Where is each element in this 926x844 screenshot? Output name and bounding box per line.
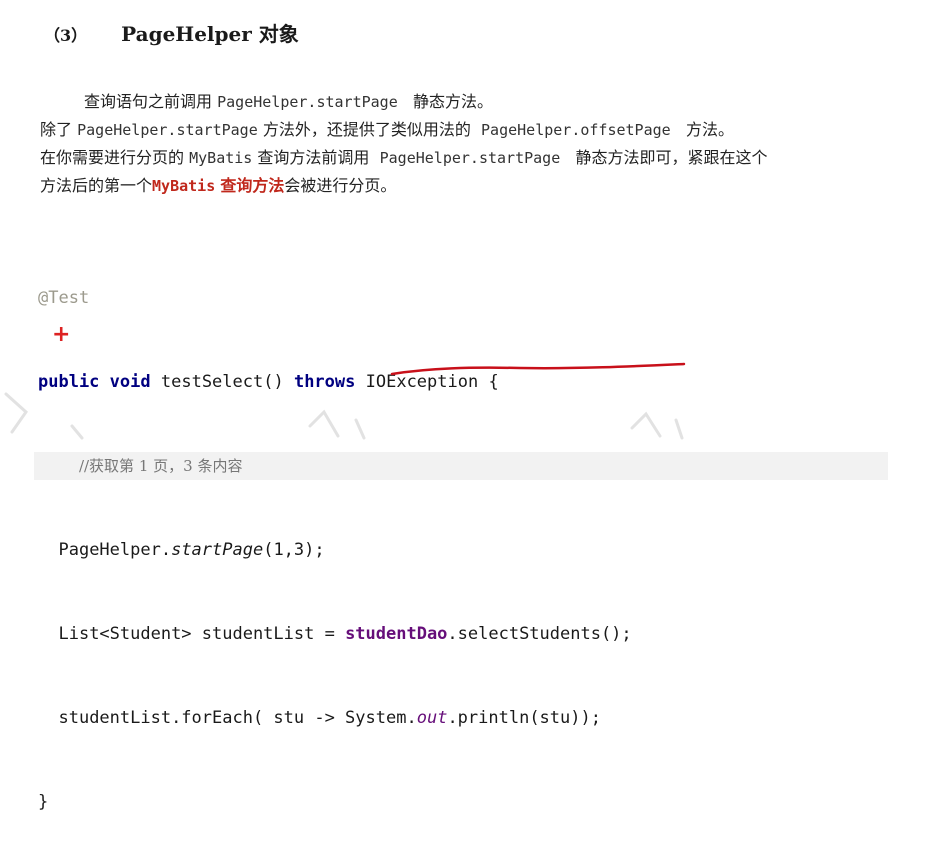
code-block: @Test public void testSelect() throws IO… [34, 228, 898, 844]
code-text: .selectStudents(); [447, 624, 632, 644]
para-line-2: 除了 PageHelper.startPage 方法外，还提供了类似用法的 Pa… [40, 116, 900, 144]
code-line-comment: //获取第 1 页，3 条内容 [34, 452, 888, 480]
emphasis-term: MyBatis [152, 177, 216, 195]
plus-mark-icon: + [52, 322, 71, 347]
static-field: out [416, 708, 448, 728]
code-text: PageHelper. [58, 540, 172, 560]
annotation-text: @Test [38, 288, 90, 308]
text-run: 查询方法前调用 [257, 148, 370, 167]
keyword: void [109, 372, 151, 392]
method-name: testSelect() [160, 372, 284, 392]
keyword: public [38, 372, 100, 392]
code-term: PageHelper.startPage [379, 149, 561, 167]
code-comment: //获取第 1 页，3 条内容 [78, 457, 243, 475]
closing-brace: } [38, 792, 49, 812]
text-run: 方法。 [685, 120, 734, 139]
text-run: 会被进行分页。 [284, 176, 397, 195]
text-run: 查询语句之前调用 [84, 92, 213, 111]
code-term: PageHelper.offsetPage [481, 121, 671, 139]
text-run: 方法后的第一个 [40, 176, 153, 195]
emphasis-term: 查询方法 [220, 176, 285, 195]
section-heading: （3） PageHelper 对象 [44, 18, 299, 47]
exception-type: IOException { [365, 372, 499, 392]
text-run: 方法外，还提供了类似用法的 [262, 120, 471, 139]
text-run: 在你需要进行分页的 [40, 148, 185, 167]
code-term: MyBatis [189, 149, 253, 167]
code-text: (1,3); [263, 540, 325, 560]
code-line-close: } [38, 788, 898, 816]
code-line-signature: public void testSelect() throws IOExcept… [38, 368, 898, 396]
code-line-select: List<Student> studentList = studentDao.s… [38, 620, 898, 648]
code-text: .println(stu)); [447, 708, 601, 728]
keyword: throws [293, 372, 356, 392]
code-term: PageHelper.startPage [217, 93, 398, 111]
static-method: startPage [171, 540, 264, 560]
para-line-4: 方法后的第一个MyBatis 查询方法会被进行分页。 [40, 172, 900, 200]
para-line-1: 查询语句之前调用 PageHelper.startPage 静态方法。 [40, 88, 900, 116]
description-paragraph: 查询语句之前调用 PageHelper.startPage 静态方法。 除了 P… [40, 88, 900, 200]
code-line-startpage: PageHelper.startPage(1,3); [38, 536, 898, 564]
para-line-3: 在你需要进行分页的 MyBatis 查询方法前调用 PageHelper.sta… [40, 144, 900, 172]
text-run: 静态方法即可，紧跟在这个 [575, 148, 768, 167]
code-term: PageHelper.startPage [77, 121, 258, 139]
watermark-glyph [4, 392, 28, 434]
text-run: 除了 [40, 120, 73, 139]
code-line-annotation: @Test [38, 284, 898, 312]
section-title: PageHelper 对象 [121, 22, 299, 46]
code-text: studentList.forEach( stu -> System. [58, 708, 417, 728]
code-text: List<Student> studentList = [58, 624, 346, 644]
code-line-foreach: studentList.forEach( stu -> System.out.p… [38, 704, 898, 732]
text-run: 静态方法。 [413, 92, 494, 111]
section-number: （3） [44, 26, 88, 45]
field-ref: studentDao [345, 624, 448, 644]
